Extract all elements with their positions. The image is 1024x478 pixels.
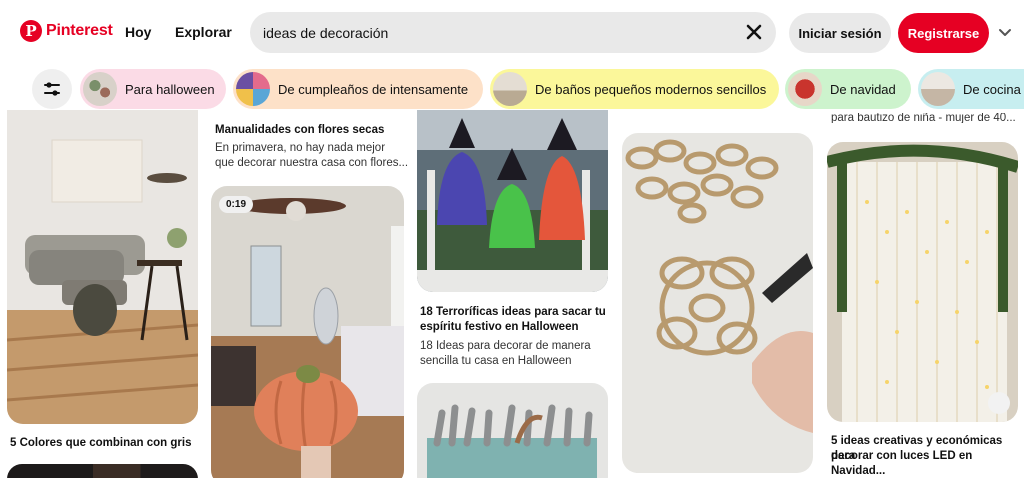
chip-de-cocina[interactable]: De cocina: [918, 69, 1024, 109]
pin-description-cut: para bautizo de niña - mujer de 40...: [831, 113, 1016, 123]
pin-silverware-organizer[interactable]: [417, 383, 608, 478]
pinterest-logo[interactable]: P Pinterest: [20, 20, 113, 42]
pin-description: que decorar nuestra casa con flores...: [215, 157, 409, 169]
pin-image: [7, 464, 198, 478]
chip-label: De navidad: [830, 81, 896, 97]
chip-de-banos-pequenos[interactable]: De baños pequeños modernos sencillos: [490, 69, 779, 109]
video-duration-badge: 0:19: [219, 196, 254, 213]
login-button[interactable]: Iniciar sesión: [789, 13, 891, 53]
pin-living-room[interactable]: [7, 110, 198, 424]
chip-label: De baños pequeños modernos sencillos: [535, 81, 767, 97]
camera-icon[interactable]: [988, 392, 1010, 414]
pin-image: [7, 110, 198, 424]
search-input[interactable]: [263, 24, 723, 41]
nav-link-explorar[interactable]: Explorar: [175, 24, 232, 40]
filter-button[interactable]: [32, 69, 72, 109]
chip-label: Para halloween: [125, 81, 215, 97]
pin-description: 18 Ideas para decorar de manera: [420, 340, 591, 352]
pin-paper-rolls-craft[interactable]: [622, 133, 813, 473]
chip-label: De cocina: [963, 81, 1021, 97]
chip-thumbnail: [921, 72, 955, 106]
chip-para-halloween[interactable]: Para halloween: [80, 69, 226, 109]
pin-portrait-partial[interactable]: [7, 464, 198, 478]
chip-thumbnail: [788, 72, 822, 106]
pin-title[interactable]: decorar con luces LED en Navidad...: [831, 449, 1024, 478]
close-icon[interactable]: [744, 22, 764, 42]
chevron-down-icon[interactable]: [997, 26, 1013, 40]
signup-button[interactable]: Registrarse: [898, 13, 989, 53]
pin-description: sencilla tu casa en Halloween: [420, 355, 572, 367]
pin-title[interactable]: Manualidades con flores secas: [215, 123, 384, 138]
pin-image: [211, 186, 404, 478]
nav-link-hoy[interactable]: Hoy: [125, 24, 151, 40]
pin-title[interactable]: 5 Colores que combinan con gris: [10, 436, 191, 451]
pinterest-logo-icon: P: [20, 20, 42, 42]
pinterest-logo-text: Pinterest: [46, 22, 113, 39]
pin-title[interactable]: espíritu festivo en Halloween: [420, 320, 578, 335]
pin-description: En primavera, no hay nada mejor: [215, 142, 386, 154]
filter-sliders-icon: [44, 82, 60, 96]
chip-de-navidad[interactable]: De navidad: [785, 69, 911, 109]
pin-led-lights-curtain[interactable]: [827, 142, 1018, 422]
pin-image: [622, 133, 813, 473]
search-bar[interactable]: [250, 12, 776, 53]
pin-image: [417, 110, 608, 292]
chip-thumbnail: [83, 72, 117, 106]
chip-thumbnail: [236, 72, 270, 106]
chip-thumbnail: [493, 72, 527, 106]
pin-halloween-ghost-lanterns[interactable]: [417, 110, 608, 292]
top-header: P Pinterest Hoy Explorar Iniciar sesión …: [0, 0, 1024, 66]
chip-de-cumpleanos-de-intensamente[interactable]: De cumpleaños de intensamente: [233, 69, 483, 109]
pin-image: [827, 142, 1018, 422]
pin-title[interactable]: 18 Terroríficas ideas para sacar tu: [420, 305, 606, 320]
pin-image: [417, 383, 608, 478]
pin-pumpkin-video[interactable]: 0:19: [211, 186, 404, 478]
chip-label: De cumpleaños de intensamente: [278, 81, 469, 97]
